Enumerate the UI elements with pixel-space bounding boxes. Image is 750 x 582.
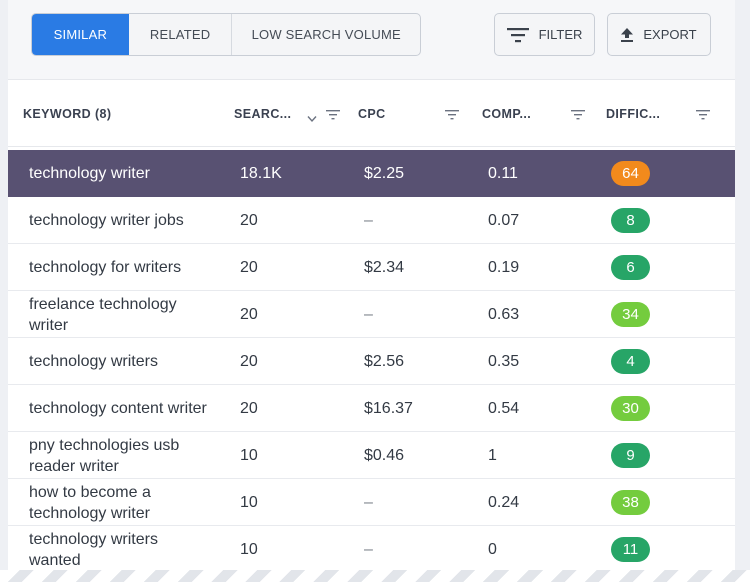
keyword-cell[interactable]: technology writers wanted	[29, 526, 209, 572]
difficulty-badge: 38	[611, 490, 650, 515]
cpc-cell: $0.46	[364, 446, 405, 464]
sort-chevron-down-icon[interactable]	[307, 110, 317, 128]
column-header-difficulty[interactable]: DIFFIC...	[606, 81, 660, 147]
filter-icon-difficulty[interactable]	[696, 108, 710, 126]
filter-label: FILTER	[538, 27, 583, 42]
search-volume-cell: 20	[240, 352, 258, 370]
upload-arrow-icon	[621, 27, 634, 42]
export-button[interactable]: EXPORT	[607, 13, 711, 56]
competition-cell: 1	[488, 446, 497, 464]
column-header-competition[interactable]: COMP...	[482, 81, 531, 147]
export-label: EXPORT	[643, 27, 697, 42]
difficulty-badge: 8	[611, 208, 650, 233]
competition-cell: 0.24	[488, 493, 520, 511]
competition-cell: 0.63	[488, 305, 520, 323]
difficulty-badge: 64	[611, 161, 650, 186]
filter-button[interactable]: FILTER	[494, 13, 595, 56]
cpc-cell: –	[364, 540, 373, 558]
cpc-cell: $2.56	[364, 352, 405, 370]
filter-icon-comp[interactable]	[571, 108, 585, 126]
keyword-cell[interactable]: technology writers	[29, 338, 209, 385]
difficulty-cell: 64	[611, 150, 650, 197]
difficulty-cell: 38	[611, 479, 650, 526]
competition-cell: 0.35	[488, 352, 520, 370]
table-header: KEYWORD (8) SEARC... CPC COMP... DIFFIC.…	[8, 81, 735, 147]
keyword-cell[interactable]: technology writer jobs	[29, 197, 209, 244]
table-row[interactable]: freelance technology writer 20 – 0.63 34	[8, 291, 735, 338]
keyword-cell[interactable]: pny technologies usb reader writer	[29, 432, 209, 479]
search-volume-cell: 20	[240, 258, 258, 276]
keyword-cell[interactable]: freelance technology writer	[29, 291, 209, 338]
search-volume-cell: 18.1K	[240, 164, 282, 182]
competition-cell: 0.19	[488, 258, 520, 276]
keyword-results-panel: SIMILAR RELATED LOW SEARCH VOLUME FILTER	[8, 0, 735, 572]
competition-cell: 0.11	[488, 164, 518, 182]
cpc-cell: $2.34	[364, 258, 405, 276]
table-row[interactable]: how to become a technology writer 10 – 0…	[8, 479, 735, 526]
search-volume-cell: 20	[240, 211, 258, 229]
keyword-cell[interactable]: technology writer	[29, 150, 209, 197]
table-row[interactable]: technology content writer 20 $16.37 0.54…	[8, 385, 735, 432]
filter-icon-search[interactable]	[326, 108, 340, 126]
filter-icon-cpc[interactable]	[445, 108, 459, 126]
difficulty-badge: 34	[611, 302, 650, 327]
table-row[interactable]: pny technologies usb reader writer 10 $0…	[8, 432, 735, 479]
difficulty-cell: 8	[611, 197, 650, 244]
competition-cell: 0	[488, 540, 497, 558]
search-volume-cell: 20	[240, 305, 258, 323]
column-header-search-volume[interactable]: SEARC...	[234, 81, 291, 147]
scroll-fade-edge	[0, 570, 750, 582]
tab-similar[interactable]: SIMILAR	[32, 14, 129, 55]
table-row[interactable]: technology writer jobs 20 – 0.07 8	[8, 197, 735, 244]
difficulty-cell: 30	[611, 385, 650, 432]
competition-cell: 0.07	[488, 211, 520, 229]
difficulty-badge: 6	[611, 255, 650, 280]
keyword-cell[interactable]: technology for writers	[29, 244, 209, 291]
table-row[interactable]: technology writers 20 $2.56 0.35 4	[8, 338, 735, 385]
toolbar: SIMILAR RELATED LOW SEARCH VOLUME FILTER	[8, 0, 735, 80]
cpc-cell: –	[364, 305, 373, 323]
difficulty-cell: 11	[611, 526, 650, 572]
table-row[interactable]: technology writers wanted 10 – 0 11	[8, 526, 735, 572]
table-row[interactable]: technology writer 18.1K $2.25 0.11 64	[8, 150, 735, 197]
difficulty-badge: 9	[611, 443, 650, 468]
difficulty-cell: 4	[611, 338, 650, 385]
column-header-keyword[interactable]: KEYWORD (8)	[23, 81, 111, 147]
table-row[interactable]: technology for writers 20 $2.34 0.19 6	[8, 244, 735, 291]
difficulty-badge: 30	[611, 396, 650, 421]
cpc-cell: $16.37	[364, 399, 413, 417]
column-header-cpc[interactable]: CPC	[358, 81, 386, 147]
difficulty-cell: 6	[611, 244, 650, 291]
cpc-cell: $2.25	[364, 164, 405, 182]
difficulty-cell: 34	[611, 291, 650, 338]
cpc-cell: –	[364, 493, 373, 511]
keyword-cell[interactable]: technology content writer	[29, 385, 209, 432]
difficulty-badge: 11	[611, 537, 650, 562]
search-volume-cell: 20	[240, 399, 258, 417]
keyword-cell[interactable]: how to become a technology writer	[29, 479, 209, 526]
tab-related[interactable]: RELATED	[129, 14, 232, 55]
search-volume-cell: 10	[240, 540, 258, 558]
tab-group: SIMILAR RELATED LOW SEARCH VOLUME	[31, 13, 421, 56]
difficulty-cell: 9	[611, 432, 650, 479]
difficulty-badge: 4	[611, 349, 650, 374]
search-volume-cell: 10	[240, 446, 258, 464]
competition-cell: 0.54	[488, 399, 520, 417]
filter-lines-icon	[506, 27, 529, 43]
tab-low-search-volume[interactable]: LOW SEARCH VOLUME	[232, 14, 420, 55]
search-volume-cell: 10	[240, 493, 258, 511]
cpc-cell: –	[364, 211, 373, 229]
